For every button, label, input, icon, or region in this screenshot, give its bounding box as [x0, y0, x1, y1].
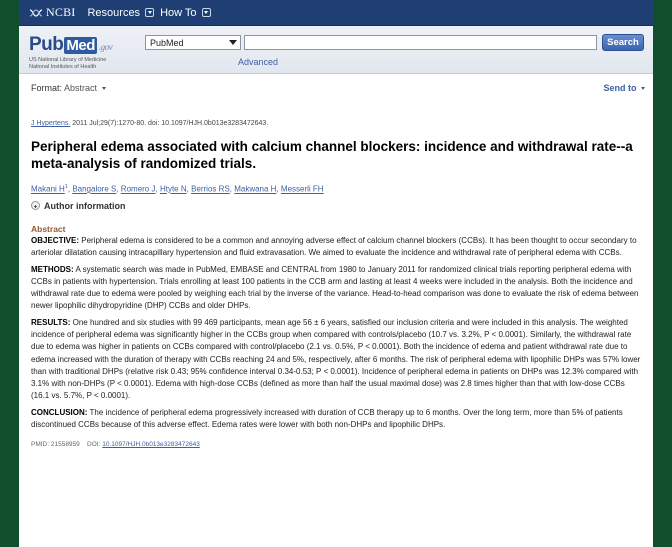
citation: J Hypertens. 2011 Jul;29(7):1270-80. doi… [31, 119, 643, 128]
pmid-line: PMID: 21558959 DOI: 10.1097/HJH.0b013e32… [31, 441, 643, 448]
abstract-section-label: RESULTS: [31, 318, 71, 328]
ncbi-top-bar: NCBI Resources How To [19, 0, 653, 26]
doi-link[interactable]: 10.1097/HJH.0b013e3283472643 [102, 441, 200, 448]
author-link[interactable]: Romero J [121, 185, 156, 194]
chevron-down-icon [229, 40, 237, 45]
abstract-section-text: A systematic search was made in PubMed, … [31, 264, 639, 311]
author-information-toggle[interactable]: Author information [31, 201, 643, 211]
abstract-section-label: OBJECTIVE: [31, 235, 80, 245]
pubmed-logo[interactable]: Pub Med .gov US National Library of Medi… [29, 34, 113, 70]
logo-pub: Pub [29, 34, 64, 55]
search-input[interactable] [244, 35, 597, 50]
nlm-line-1: US National Library of Medicine [29, 57, 107, 63]
author-link[interactable]: Makani H [31, 185, 65, 194]
ncbi-logo[interactable]: NCBI [29, 5, 75, 20]
logo-med: Med [64, 36, 97, 54]
browser-page: NCBI Resources How To Pub Med .gov US Na… [19, 0, 653, 547]
citation-details: 2011 Jul;29(7):1270-80. doi: 10.1097/HJH… [70, 120, 269, 127]
search-button[interactable]: Search [602, 34, 644, 51]
nlm-line-2: National Institutes of Health [29, 63, 97, 70]
pmid: PMID: 21558959 [31, 441, 80, 449]
format-bar: Format: Abstract Send to [19, 74, 653, 100]
journal-link[interactable]: J Hypertens. [31, 120, 70, 127]
author-list: Makani H1, Bangalore S, Romero J, Htyte … [31, 184, 324, 194]
format-dropdown[interactable]: Format: Abstract [31, 83, 106, 93]
expand-plus-icon [31, 201, 40, 211]
author-information-label: Author information [44, 200, 126, 211]
format-label: Format: [31, 83, 63, 93]
chevron-down-icon [641, 87, 645, 91]
author-link[interactable]: Makwana H [234, 185, 276, 194]
author-link[interactable]: Berrios RS [191, 185, 230, 194]
doi-label: DOI: [87, 441, 101, 449]
article-content: J Hypertens. 2011 Jul;29(7):1270-80. doi… [31, 119, 643, 448]
search-header: Pub Med .gov US National Library of Medi… [19, 26, 653, 74]
send-to-label: Send to [603, 83, 637, 93]
abstract-section: OBJECTIVE: Peripheral edema is considere… [31, 235, 643, 259]
abstract-section-text: The incidence of peripheral edema progre… [31, 407, 623, 429]
author-link[interactable]: Messerli FH [281, 185, 324, 194]
chevron-down-icon [101, 87, 106, 91]
howto-menu[interactable]: How To [160, 6, 211, 19]
abstract-section-label: CONCLUSION: [31, 407, 88, 417]
chevron-down-icon [201, 8, 211, 17]
advanced-search-link[interactable]: Advanced [238, 57, 278, 67]
chevron-down-icon [145, 8, 155, 17]
author-affiliation-marker: 1 [64, 184, 68, 190]
ncbi-logo-text: NCBI [46, 5, 76, 19]
resources-menu[interactable]: Resources [87, 6, 155, 19]
author-link[interactable]: Htyte N [160, 185, 187, 194]
send-to-menu[interactable]: Send to [603, 83, 645, 93]
logo-gov: .gov [98, 42, 113, 52]
howto-label: How To [160, 6, 197, 19]
abstract-section-text: One hundred and six studies with 99 469 … [31, 318, 641, 400]
format-value: Abstract [64, 83, 98, 93]
resources-label: Resources [87, 6, 141, 19]
abstract-section-label: METHODS: [31, 264, 74, 274]
abstract-body: OBJECTIVE: Peripheral edema is considere… [31, 235, 643, 431]
abstract-heading: Abstract [31, 223, 66, 234]
database-select[interactable]: PubMed [145, 35, 241, 50]
abstract-section: METHODS: A systematic search was made in… [31, 264, 643, 312]
abstract-section: CONCLUSION: The incidence of peripheral … [31, 407, 643, 431]
abstract-section-text: Peripheral edema is considered to be a c… [31, 235, 637, 257]
ncbi-helix-icon [29, 8, 43, 17]
nlm-caption: US National Library of Medicine National… [29, 57, 112, 70]
abstract-section: RESULTS: One hundred and six studies wit… [31, 317, 643, 402]
author-link[interactable]: Bangalore S [72, 185, 116, 194]
article-title: Peripheral edema associated with calcium… [31, 139, 633, 171]
database-selected: PubMed [150, 37, 184, 48]
